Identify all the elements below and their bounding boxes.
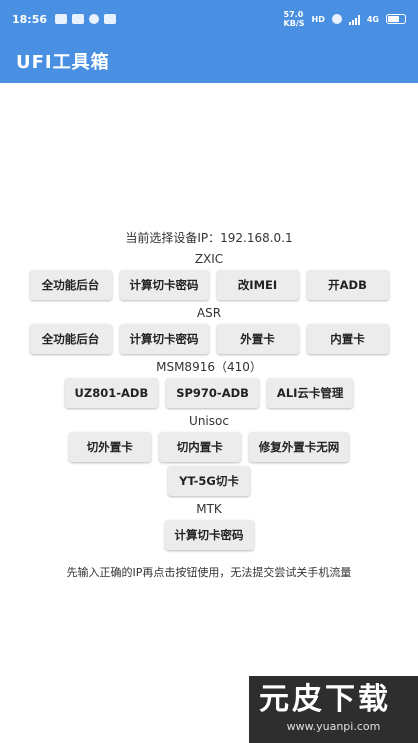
- msm8916-button-row: UZ801-ADB SP970-ADB ALI云卡管理: [0, 378, 418, 408]
- asr-button-row: 全功能后台 计算切卡密码 外置卡 内置卡: [0, 324, 418, 354]
- close-icon: [104, 14, 117, 24]
- status-bar: 18:56 57.0 KB/S HD 4G: [0, 0, 418, 38]
- zxic-calc-card-password-button[interactable]: 计算切卡密码: [119, 270, 209, 300]
- main-content: 当前选择设备IP：192.168.0.1 ZXIC 全功能后台 计算切卡密码 改…: [0, 226, 418, 580]
- zxic-button-row: 全功能后台 计算切卡密码 改IMEI 开ADB: [0, 270, 418, 300]
- watermark-logo: 元皮下载 www.yuanpi.com: [249, 676, 418, 743]
- section-title-unisoc: Unisoc: [189, 414, 229, 428]
- app-notification-icon: [55, 14, 68, 24]
- mtk-calc-card-password-button[interactable]: 计算切卡密码: [164, 520, 254, 550]
- ali-cloud-card-button[interactable]: ALI云卡管理: [266, 378, 354, 408]
- asr-calc-card-password-button[interactable]: 计算切卡密码: [119, 324, 209, 354]
- uz801-adb-button[interactable]: UZ801-ADB: [64, 378, 159, 408]
- unisoc-button-row-2: YT-5G切卡: [0, 466, 418, 496]
- network-speed: 57.0 KB/S: [283, 10, 305, 28]
- zxic-open-adb-button[interactable]: 开ADB: [306, 270, 389, 300]
- device-ip-label: 当前选择设备IP：192.168.0.1: [125, 231, 293, 245]
- status-right-icons: 57.0 KB/S HD 4G: [284, 10, 406, 28]
- section-title-zxic: ZXIC: [194, 252, 224, 266]
- section-title-mtk: MTK: [196, 502, 222, 516]
- watermark-url: www.yuanpi.com: [286, 720, 381, 733]
- status-time: 18:56: [12, 12, 48, 26]
- yt-5g-switch-card-button[interactable]: YT-5G切卡: [168, 466, 250, 496]
- section-title-msm8916: MSM8916（410）: [156, 360, 262, 374]
- fix-external-card-button[interactable]: 修复外置卡无网: [248, 432, 350, 462]
- sp970-adb-button[interactable]: SP970-ADB: [166, 378, 259, 408]
- app-bar: UFI工具箱: [0, 38, 418, 83]
- mtk-button-row: 计算切卡密码: [0, 520, 418, 550]
- switch-internal-card-button[interactable]: 切内置卡: [158, 432, 241, 462]
- signal-icon: [348, 14, 360, 25]
- switch-external-card-button[interactable]: 切外置卡: [68, 432, 151, 462]
- battery-icon: [386, 14, 406, 24]
- warning-icon: [72, 14, 85, 24]
- asr-internal-card-button[interactable]: 内置卡: [306, 324, 389, 354]
- asr-full-backend-button[interactable]: 全功能后台: [29, 324, 112, 354]
- watermark-brand: 元皮下载: [259, 682, 391, 717]
- status-left-icons: [55, 14, 117, 24]
- wifi-icon: [331, 14, 342, 24]
- usage-hint: 先输入正确的IP再点击按钮使用，无法提交尝试关手机流量: [66, 566, 352, 579]
- app-title: UFI工具箱: [16, 51, 110, 73]
- section-title-asr: ASR: [196, 306, 222, 320]
- zxic-full-backend-button[interactable]: 全功能后台: [29, 270, 112, 300]
- settings-icon: [89, 14, 100, 24]
- asr-external-card-button[interactable]: 外置卡: [216, 324, 299, 354]
- zxic-change-imei-button[interactable]: 改IMEI: [216, 270, 299, 300]
- hd-badge: HD: [311, 14, 325, 24]
- unisoc-button-row-1: 切外置卡 切内置卡 修复外置卡无网: [0, 432, 418, 462]
- network-type: 4G: [366, 14, 379, 24]
